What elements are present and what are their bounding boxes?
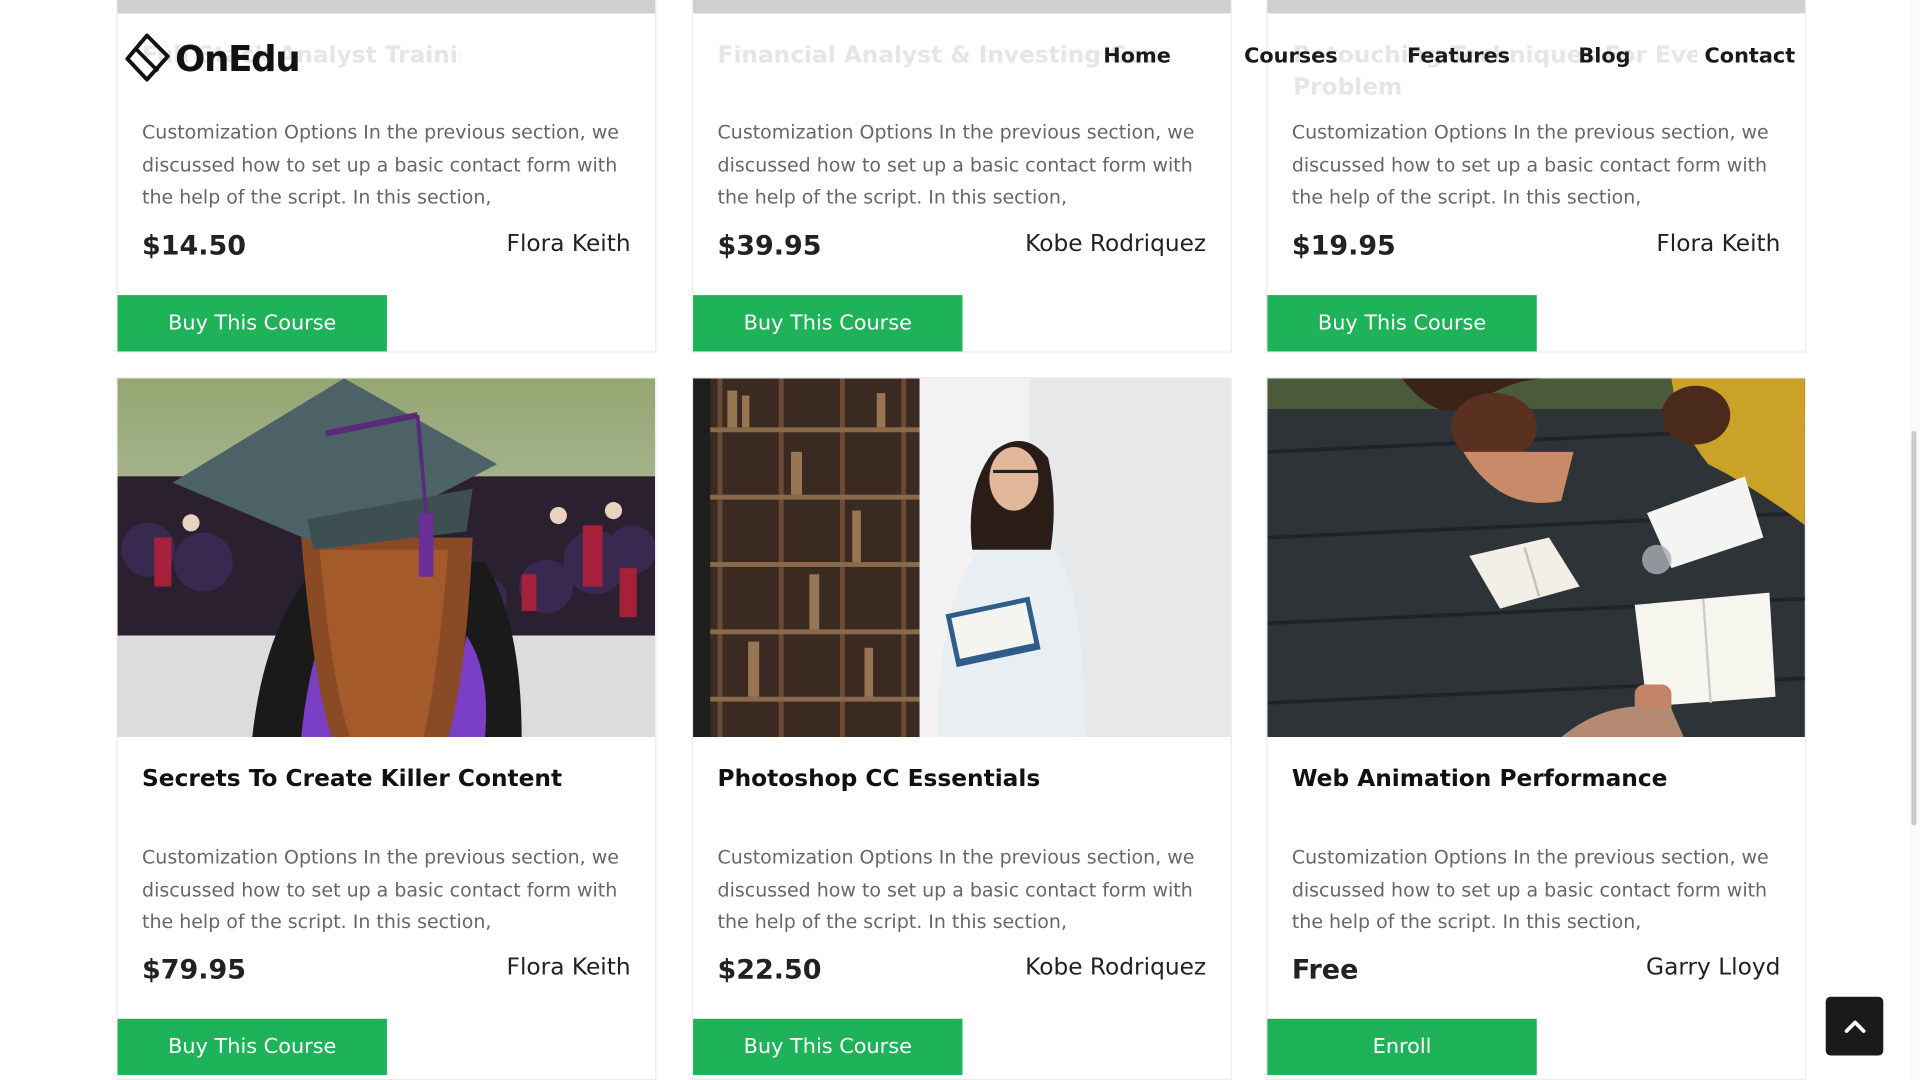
course-author[interactable]: Flora Keith <box>507 954 631 981</box>
nav-features[interactable]: Features <box>1407 44 1510 68</box>
nav-courses[interactable]: Courses <box>1244 44 1338 68</box>
study-table-photo <box>1267 378 1805 738</box>
nav-blog[interactable]: Blog <box>1578 44 1630 68</box>
course-description: Customization Options In the previous se… <box>717 121 1195 209</box>
course-image[interactable] <box>1267 378 1805 738</box>
course-description: Customization Options In the previous se… <box>142 121 619 209</box>
buy-course-button[interactable]: Buy This Course <box>117 1018 387 1076</box>
main-nav: Home Courses Features Blog Contact <box>0 44 1920 73</box>
course-price: Free <box>1291 955 1359 986</box>
buy-course-button[interactable]: Buy This Course <box>693 295 963 352</box>
course-card: Photoshop CC Essentials Customization Op… <box>691 377 1232 1080</box>
page-scrollbar-thumb[interactable] <box>1911 431 1917 826</box>
buy-course-button[interactable]: Buy This Course <box>693 1018 963 1076</box>
course-description: Customization Options In the previous se… <box>1291 846 1769 934</box>
graduation-photo <box>117 378 656 738</box>
nav-contact[interactable]: Contact <box>1705 44 1796 68</box>
library-photo <box>693 378 1231 738</box>
course-price: $39.95 <box>717 231 822 263</box>
course-price: $14.50 <box>142 231 247 263</box>
course-author[interactable]: Kobe Rodriquez <box>1025 230 1206 257</box>
site-header: OnEdu Home Courses Features Blog Contact <box>0 0 1920 118</box>
course-price: $79.95 <box>142 955 247 986</box>
course-author[interactable]: Flora Keith <box>1656 230 1780 257</box>
course-description: Customization Options In the previous se… <box>717 846 1195 934</box>
buy-course-button[interactable]: Buy This Course <box>117 295 387 352</box>
course-title[interactable]: Photoshop CC Essentials <box>718 765 1041 792</box>
course-description: Customization Options In the previous se… <box>1291 121 1769 209</box>
course-price: $19.95 <box>1291 231 1396 263</box>
course-card: Web Animation Performance Customization … <box>1266 377 1807 1080</box>
scroll-to-top-button[interactable] <box>1825 996 1884 1056</box>
enroll-button[interactable]: Enroll <box>1267 1018 1537 1076</box>
course-card: Secrets To Create Killer Content Customi… <box>116 377 657 1080</box>
course-author[interactable]: Garry Lloyd <box>1646 954 1780 981</box>
chevron-up-icon <box>1844 1020 1865 1033</box>
course-price: $22.50 <box>717 955 822 986</box>
buy-course-button[interactable]: Buy This Course <box>1267 295 1537 352</box>
nav-home[interactable]: Home <box>1103 44 1171 68</box>
course-image[interactable] <box>693 378 1231 738</box>
course-image[interactable] <box>117 378 656 738</box>
course-description: Customization Options In the previous se… <box>142 846 619 934</box>
course-title[interactable]: Web Animation Performance <box>1292 765 1668 792</box>
course-author[interactable]: Kobe Rodriquez <box>1025 954 1206 981</box>
course-author[interactable]: Flora Keith <box>507 230 631 257</box>
course-title[interactable]: Secrets To Create Killer Content <box>142 765 562 792</box>
